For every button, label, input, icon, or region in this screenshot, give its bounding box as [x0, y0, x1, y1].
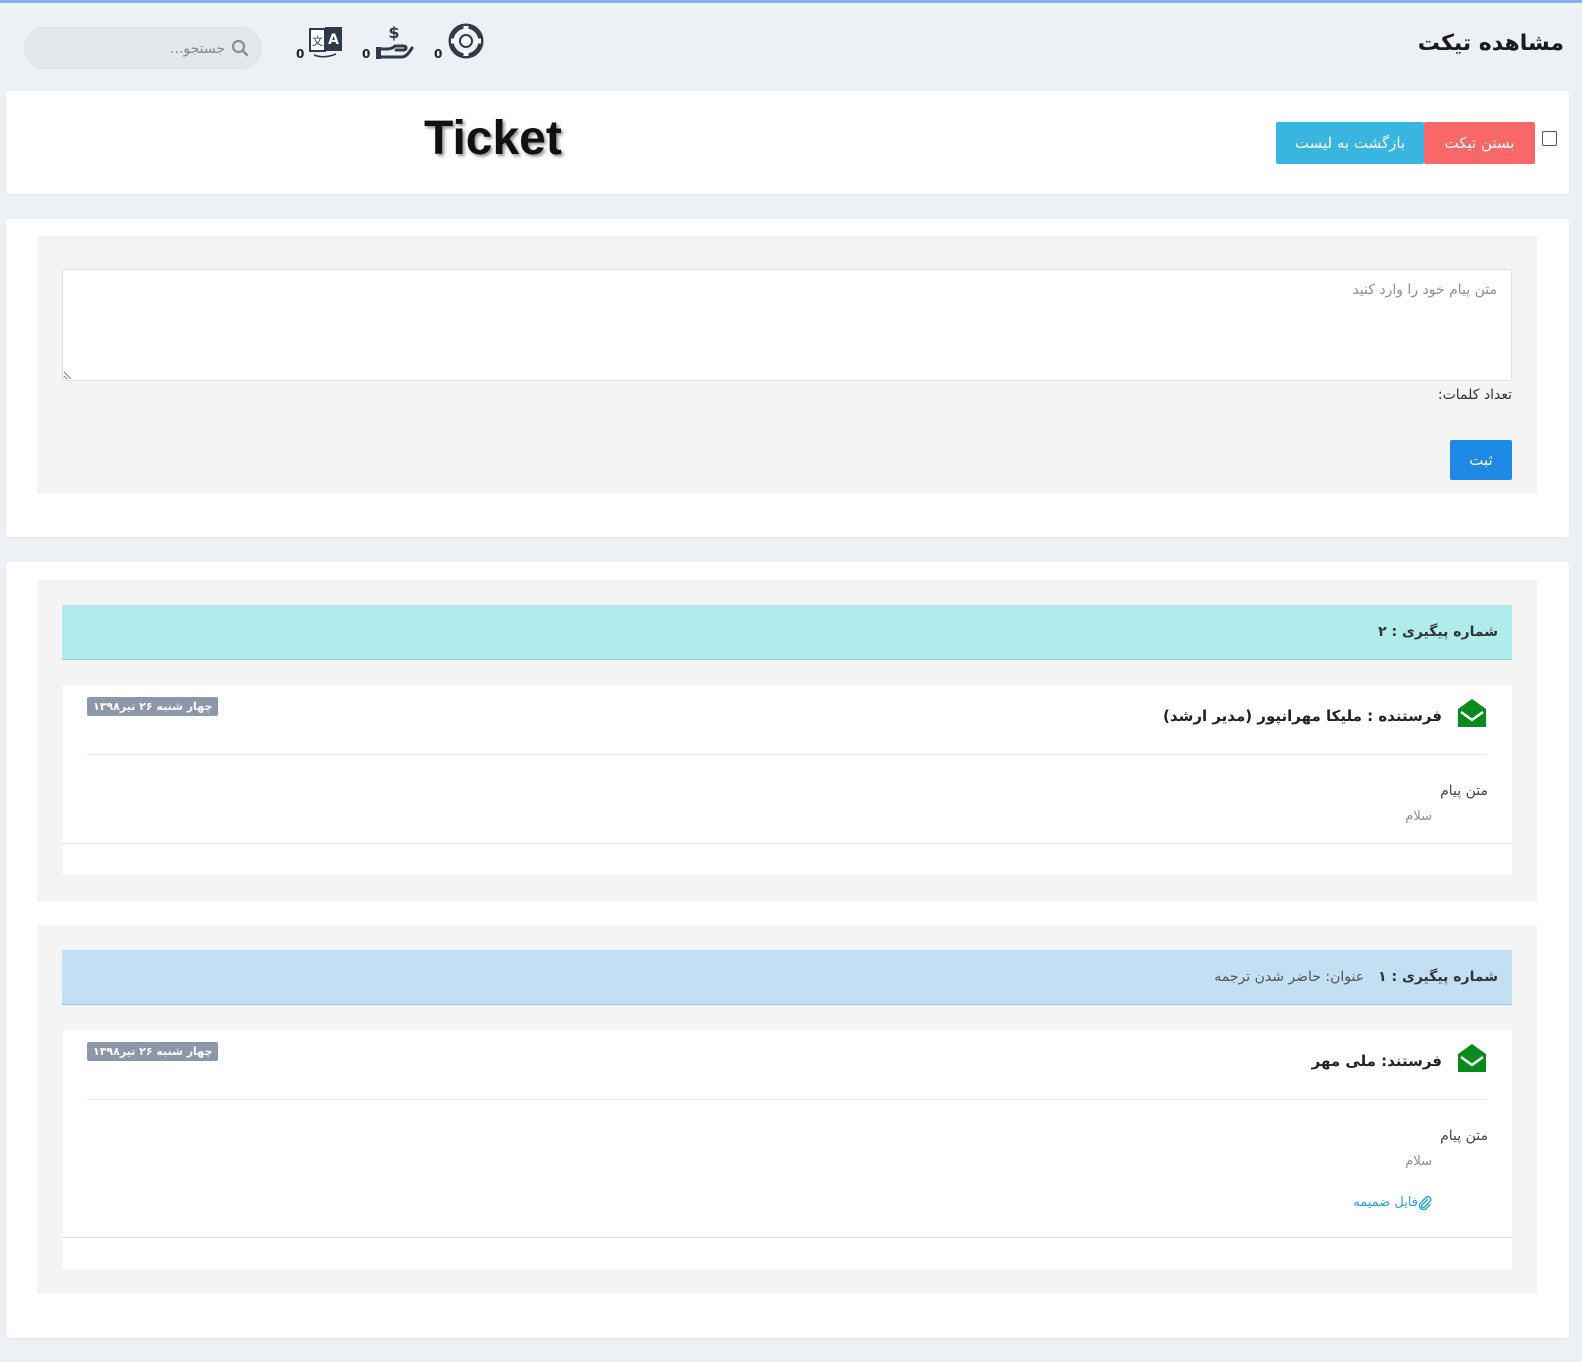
- message-label: متن پیام: [1440, 1128, 1488, 1144]
- message-text: سلام: [1405, 1154, 1432, 1169]
- date-badge: چهار شنبه ۲۶ تیر۱۳۹۸: [87, 697, 219, 716]
- message-title: عنوان: حاضر شدن ترجمه: [1214, 969, 1365, 985]
- page-title: مشاهده تیکت: [1417, 31, 1564, 56]
- message-header: شماره پیگیری : ۲: [62, 605, 1512, 660]
- divider: [87, 1099, 1487, 1100]
- message-label: متن پیام: [1440, 783, 1488, 799]
- message-header: شماره پیگیری : ۱ عنوان: حاضر شدن ترجمه: [62, 950, 1512, 1005]
- svg-text:$: $: [388, 23, 399, 42]
- translate-notification[interactable]: 0 A 文: [296, 23, 344, 63]
- message-text: سلام: [1405, 809, 1432, 824]
- svg-text:文: 文: [312, 34, 323, 48]
- date-badge: چهار شنبه ۲۶ تیر۱۳۹۸: [87, 1042, 219, 1061]
- payment-notification[interactable]: 0 $: [362, 23, 414, 63]
- submit-button[interactable]: ثبت: [1450, 440, 1512, 480]
- tracking-number: شماره پیگیری : ۱: [1378, 969, 1498, 985]
- support-icon: [448, 23, 484, 59]
- envelope-icon: [1458, 699, 1486, 727]
- messages-panel: شماره پیگیری : ۲ فرستنده : ملیکا مهرانپو…: [6, 562, 1569, 1338]
- money-hand-icon: $: [376, 23, 414, 59]
- word-count-label: تعداد کلمات:: [1437, 387, 1512, 403]
- message-body: فرستنده : ملیکا مهرانپور (مدیر ارشد) چها…: [62, 685, 1512, 875]
- search-icon[interactable]: [231, 39, 249, 57]
- reply-panel: تعداد کلمات: ثبت: [6, 219, 1569, 537]
- translate-icon: A 文: [309, 27, 342, 58]
- payment-count: 0: [362, 47, 371, 61]
- toolbar-panel: Ticket بستن تیکت بازگشت به لیست: [6, 91, 1569, 194]
- svg-text:A: A: [328, 32, 339, 48]
- envelope-icon: [1458, 1044, 1486, 1072]
- attachment-link[interactable]: فایل ضمیمه: [1353, 1195, 1432, 1210]
- ticket-watermark: Ticket: [424, 112, 562, 165]
- tracking-number: شماره پیگیری : ۲: [1378, 624, 1498, 640]
- support-count: 0: [434, 47, 443, 61]
- top-header: مشاهده تیکت 0 0 $ 0 A 文: [0, 3, 1582, 89]
- attachment-label: فایل ضمیمه: [1353, 1195, 1418, 1210]
- message-card: شماره پیگیری : ۲ فرستنده : ملیکا مهرانپو…: [37, 580, 1537, 901]
- support-notification[interactable]: 0: [434, 23, 484, 63]
- sender-name: فرستنده : ملیکا مهرانپور (مدیر ارشد): [1163, 707, 1442, 725]
- message-body: فرستند: ملی مهر چهار شنبه ۲۶ تیر۱۳۹۸ متن…: [62, 1030, 1512, 1269]
- footer-divider: [62, 843, 1512, 844]
- paperclip-icon: [1418, 1195, 1432, 1210]
- back-to-list-button[interactable]: بازگشت به لیست: [1276, 122, 1424, 164]
- reply-form: تعداد کلمات: ثبت: [37, 236, 1537, 493]
- search-box: [24, 27, 262, 69]
- message-card: شماره پیگیری : ۱ عنوان: حاضر شدن ترجمه فر…: [37, 925, 1537, 1293]
- footer-divider: [62, 1237, 1512, 1238]
- sender-name: فرستند: ملی مهر: [1311, 1052, 1442, 1070]
- message-textarea[interactable]: [62, 269, 1512, 381]
- divider: [87, 754, 1487, 755]
- close-ticket-button[interactable]: بستن تیکت: [1424, 122, 1535, 164]
- search-input[interactable]: [39, 36, 227, 62]
- translate-count: 0: [296, 47, 305, 61]
- select-checkbox[interactable]: [1542, 131, 1557, 146]
